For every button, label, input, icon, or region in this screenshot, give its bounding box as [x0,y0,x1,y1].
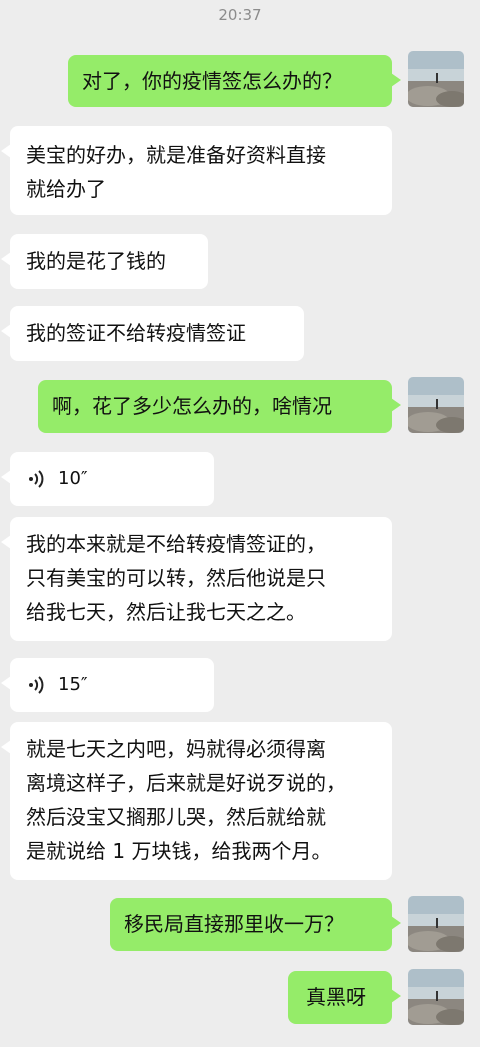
avatar[interactable] [408,969,464,1025]
message-text: 我的签证不给转疫情签证 [26,321,246,345]
voice-message-bubble[interactable]: 15″ [1,658,214,712]
message-text-line: 是就说给 1 万块钱，给我两个月。 [26,839,332,863]
message-text: 真黑呀 [306,985,366,1009]
message-text-line: 就给办了 [26,177,106,201]
message-bubble-incoming[interactable]: 就是七天之内吧，妈就得必须得离 离境这样子，后来就是好说歹说的， 然后没宝又搁那… [1,722,392,880]
voice-wave-icon [29,676,44,694]
avatar-photo-icon [408,377,464,433]
message-text-line: 美宝的好办，就是准备好资料直接 [26,143,326,167]
message-text-line: 只有美宝的可以转，然后他说是只 [26,566,326,590]
message-bubble-outgoing[interactable]: 移民局直接那里收一万？ [110,898,401,951]
voice-wave-icon [29,470,44,488]
message-text: 啊，花了多少怎么办的，啥情况 [52,394,332,418]
message-text: 我的是花了钱的 [26,249,166,273]
message-bubble-incoming[interactable]: 我的本来就是不给转疫情签证的， 只有美宝的可以转，然后他说是只 给我七天，然后让… [1,517,392,641]
message-text: 移民局直接那里收一万？ [124,912,344,936]
message-text-line: 我的本来就是不给转疫情签证的， [26,532,326,556]
message-text-line: 然后没宝又搁那儿哭，然后就给就 [26,805,326,829]
voice-message-bubble[interactable]: 10″ [1,452,214,506]
message-text: 对了，你的疫情签怎么办的？ [82,69,342,93]
voice-duration: 10″ [58,468,88,489]
message-bubble-outgoing[interactable]: 啊，花了多少怎么办的，啥情况 [38,380,401,433]
message-bubble-outgoing[interactable]: 对了，你的疫情签怎么办的？ [68,55,401,107]
avatar-photo-icon [408,51,464,107]
avatar[interactable] [408,377,464,433]
message-text-line: 就是七天之内吧，妈就得必须得离 [26,737,326,761]
message-text-line: 给我七天，然后让我七天之之。 [26,600,306,624]
message-bubble-outgoing[interactable]: 真黑呀 [288,971,401,1024]
avatar-photo-icon [408,969,464,1025]
message-timestamp: 20:37 [218,6,262,24]
avatar-photo-icon [408,896,464,952]
avatar[interactable] [408,896,464,952]
avatar[interactable] [408,51,464,107]
voice-duration: 15″ [58,674,88,695]
message-text-line: 离境这样子，后来就是好说歹说的， [26,771,346,795]
message-bubble-incoming[interactable]: 我的是花了钱的 [1,234,208,289]
message-bubble-incoming[interactable]: 美宝的好办，就是准备好资料直接 就给办了 [1,126,392,215]
message-bubble-incoming[interactable]: 我的签证不给转疫情签证 [1,306,304,361]
